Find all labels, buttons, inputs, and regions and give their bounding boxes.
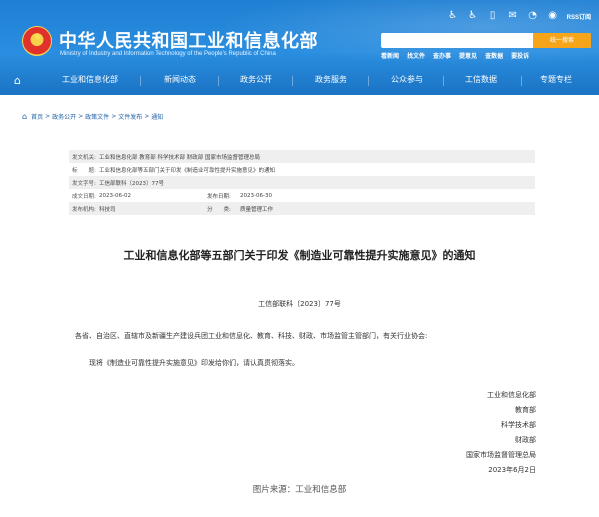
meta-pubdate-value: 2023-06-30	[240, 192, 272, 199]
breadcrumb-separator: >	[45, 113, 51, 120]
quick-link-data[interactable]: 查数据	[485, 51, 503, 60]
quick-link-files[interactable]: 找文件	[407, 51, 425, 60]
meta-org-label: 发布机构:	[72, 206, 96, 213]
home-icon[interactable]: ⌂	[14, 74, 28, 87]
meta-docno-label: 发文字号:	[72, 180, 96, 187]
quick-links: 看新闻 找文件 查办事 提意见 查数据 要投诉	[381, 51, 529, 60]
nav-item-data[interactable]: 工信数据	[465, 74, 497, 85]
signer-most: 科学技术部	[501, 421, 536, 429]
nav-divider	[218, 76, 219, 86]
meta-title-value: 工业和信息化部等五部门关于印发《制造业可靠性提升实施意见》的通知	[99, 167, 276, 174]
breadcrumb-separator: >	[144, 113, 150, 120]
document-title: 工业和信息化部等五部门关于印发《制造业可靠性提升实施意见》的通知	[123, 249, 476, 262]
mail-icon[interactable]: ✉	[507, 10, 519, 22]
breadcrumb: ⌂ 首页 > 政务公开 > 政策文件 > 文件发布 > 通知	[22, 112, 163, 121]
meta-row-docno: 发文字号: 工信部联科〔2023〕77号	[69, 176, 535, 189]
breadcrumb-separator: >	[111, 113, 117, 120]
nav-divider	[140, 76, 141, 86]
search-input[interactable]	[381, 33, 531, 48]
breadcrumb-item-public-affairs[interactable]: 政务公开	[52, 112, 76, 121]
document-metadata-table: 发文机关: 工业和信息化部 教育部 科学技术部 财政部 国家市场监督管理总局 标…	[69, 150, 535, 215]
signer-moe: 教育部	[515, 406, 536, 414]
meta-issuer-label: 发文机关:	[72, 154, 96, 161]
rss-subscribe-link[interactable]: RSS订阅	[567, 12, 591, 21]
signer-miit: 工业和信息化部	[487, 391, 536, 399]
meta-category-label: 分 类:	[207, 206, 231, 213]
meta-date-value: 2023-06-02	[99, 192, 131, 199]
signer-mof: 财政部	[515, 436, 536, 444]
meta-row-dates: 成文日期: 2023-06-02 发布日期: 2023-06-30	[69, 189, 535, 202]
breadcrumb-item-file-release[interactable]: 文件发布	[118, 112, 142, 121]
weibo-icon[interactable]: ◔	[527, 10, 539, 22]
nav-divider	[521, 76, 522, 86]
breadcrumb-item-home[interactable]: 首页	[31, 112, 43, 121]
quick-link-feedback[interactable]: 提意见	[459, 51, 477, 60]
meta-pubdate-label: 发布日期:	[207, 193, 231, 200]
nav-item-public-affairs[interactable]: 政务公开	[240, 74, 272, 85]
nav-item-participation[interactable]: 公众参与	[391, 74, 423, 85]
nav-divider	[292, 76, 293, 86]
search-button[interactable]: 统一搜索	[533, 33, 591, 48]
breadcrumb-separator: >	[78, 113, 84, 120]
meta-org-value: 科技司	[99, 206, 116, 213]
site-subtitle: Ministry of Industry and Information Tec…	[60, 51, 276, 57]
wechat-icon[interactable]: ◉	[547, 10, 559, 22]
nav-divider	[443, 76, 444, 86]
document-addressee: 各省、自治区、直辖市及新疆生产建设兵团工业和信息化、教育、科技、财政、市场监管主…	[75, 332, 428, 340]
meta-row-issuer: 发文机关: 工业和信息化部 教育部 科学技术部 财政部 国家市场监督管理总局	[69, 150, 535, 163]
meta-row-org: 发布机构: 科技司 分 类: 质量管理工作	[69, 202, 535, 215]
site-title[interactable]: 中华人民共和国工业和信息化部	[59, 27, 318, 53]
quick-link-services[interactable]: 查办事	[433, 51, 451, 60]
nav-item-services[interactable]: 政务服务	[315, 74, 347, 85]
meta-row-title: 标 题: 工业和信息化部等五部门关于印发《制造业可靠性提升实施意见》的通知	[69, 163, 535, 176]
accessibility-icon[interactable]: ♿	[467, 10, 479, 22]
meta-title-label: 标 题:	[72, 167, 96, 174]
national-emblem-icon[interactable]: ★	[22, 26, 52, 56]
document-number: 工信部联科〔2023〕77号	[258, 300, 341, 308]
image-source-caption: 图片来源：工业和信息部	[252, 485, 347, 495]
meta-issuer-value: 工业和信息化部 教育部 科学技术部 财政部 国家市场监督管理总局	[99, 154, 260, 161]
meta-date-label: 成文日期:	[72, 193, 96, 200]
nav-item-special-topics[interactable]: 专题专栏	[540, 74, 572, 85]
meta-category-value: 质量管理工作	[240, 206, 274, 213]
mobile-icon[interactable]: ▯	[487, 10, 499, 22]
nav-item-news[interactable]: 新闻动态	[164, 74, 196, 85]
nav-item-ministry[interactable]: 工业和信息化部	[62, 74, 118, 85]
signing-date: 2023年6月2日	[488, 466, 536, 474]
breadcrumb-item-policy-files[interactable]: 政策文件	[85, 112, 109, 121]
site-header: ★ 中华人民共和国工业和信息化部 Ministry of Industry an…	[0, 0, 599, 95]
quick-link-news[interactable]: 看新闻	[381, 51, 399, 60]
signer-samr: 国家市场监督管理总局	[466, 451, 536, 459]
document-signers: 工业和信息化部 教育部 科学技术部 财政部 国家市场监督管理总局 2023年6月…	[466, 388, 536, 478]
search-box: 统一搜索	[381, 33, 591, 48]
main-navbar: ⌂ 工业和信息化部 新闻动态 政务公开 政务服务 公众参与 工信数据 专题专栏	[0, 66, 599, 95]
home-icon[interactable]: ⌂	[22, 112, 27, 121]
quick-link-complaints[interactable]: 要投诉	[511, 51, 529, 60]
document-body-paragraph: 现将《制造业可靠性提升实施意见》印发给你们，请认真贯彻落实。	[89, 359, 299, 367]
nav-divider	[368, 76, 369, 86]
breadcrumb-item-notice[interactable]: 通知	[151, 112, 163, 121]
elderly-mode-icon[interactable]: ♿	[447, 10, 459, 22]
meta-docno-value: 工信部联科〔2023〕77号	[99, 180, 164, 187]
top-utility-icons: ♿ ♿ ▯ ✉ ◔ ◉ RSS订阅	[447, 8, 591, 24]
